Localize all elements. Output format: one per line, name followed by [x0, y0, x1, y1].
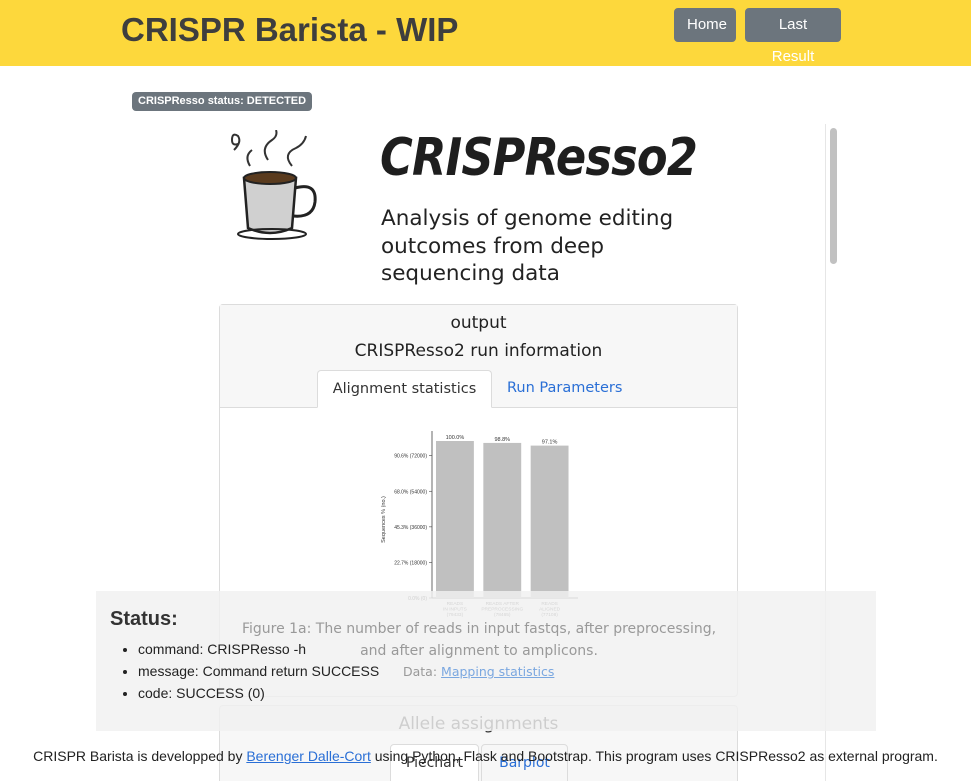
data-label: Data: [403, 664, 438, 679]
last-result-button[interactable]: Last Result [745, 8, 841, 65]
home-button[interactable]: Home [674, 8, 736, 42]
status-panel: Figure 1a: The number of reads in input … [96, 591, 876, 731]
card-subheading: CRISPResso2 run information [354, 341, 603, 361]
bar [483, 442, 522, 598]
card-header: output CRISPResso2 run information Align… [220, 305, 737, 408]
app-brand[interactable]: CRISPR Barista - WIP [121, 11, 458, 49]
footer: CRISPR Barista is developped by Berenger… [0, 748, 971, 764]
bar [530, 445, 569, 598]
status-message: message: Command return SUCCESS [138, 660, 379, 682]
y-tick-label: 68.0% (54000) [394, 489, 427, 495]
y-tick-label: 90.6% (72000) [394, 454, 427, 460]
author-link[interactable]: Berenger Dalle-Cort [246, 748, 371, 764]
status-list: command: CRISPResso -h message: Command … [138, 638, 379, 704]
bar-value-label: 100.0% [446, 435, 465, 441]
status-code: code: SUCCESS (0) [138, 682, 379, 704]
card-heading: output [450, 313, 507, 333]
bar-value-label: 97.1% [542, 440, 558, 446]
bar [436, 441, 474, 598]
scrollbar-thumb[interactable] [830, 128, 837, 264]
crispresso-title: CRISPResso2 [380, 128, 698, 188]
coffee-cup-icon [230, 130, 317, 240]
status-title: Status: [110, 608, 178, 630]
bar-value-label: 98.8% [494, 437, 510, 443]
footer-suffix: using Python, Flask and Bootstrap. This … [374, 748, 938, 764]
figure-data-line: Data: Mapping statistics [403, 664, 554, 679]
status-badge: CRISPResso status: DETECTED [132, 92, 313, 111]
status-command: command: CRISPResso -h [138, 638, 379, 660]
tab-run-parameters[interactable]: Run Parameters [507, 370, 647, 408]
footer-prefix: CRISPR Barista is developped by [33, 748, 243, 764]
y-axis-label: Sequences % (no.) [381, 496, 387, 543]
crispresso-subtitle: Analysis of genome editing outcomes from… [381, 206, 674, 286]
top-navbar: CRISPR Barista - WIP Home Last Result [0, 0, 971, 66]
mapping-statistics-link[interactable]: Mapping statistics [441, 664, 554, 679]
y-tick-label: 45.3% (36000) [394, 525, 427, 531]
y-tick-label: 22.7% (18000) [394, 560, 427, 566]
tab-alignment-statistics[interactable]: Alignment statistics [317, 370, 492, 408]
